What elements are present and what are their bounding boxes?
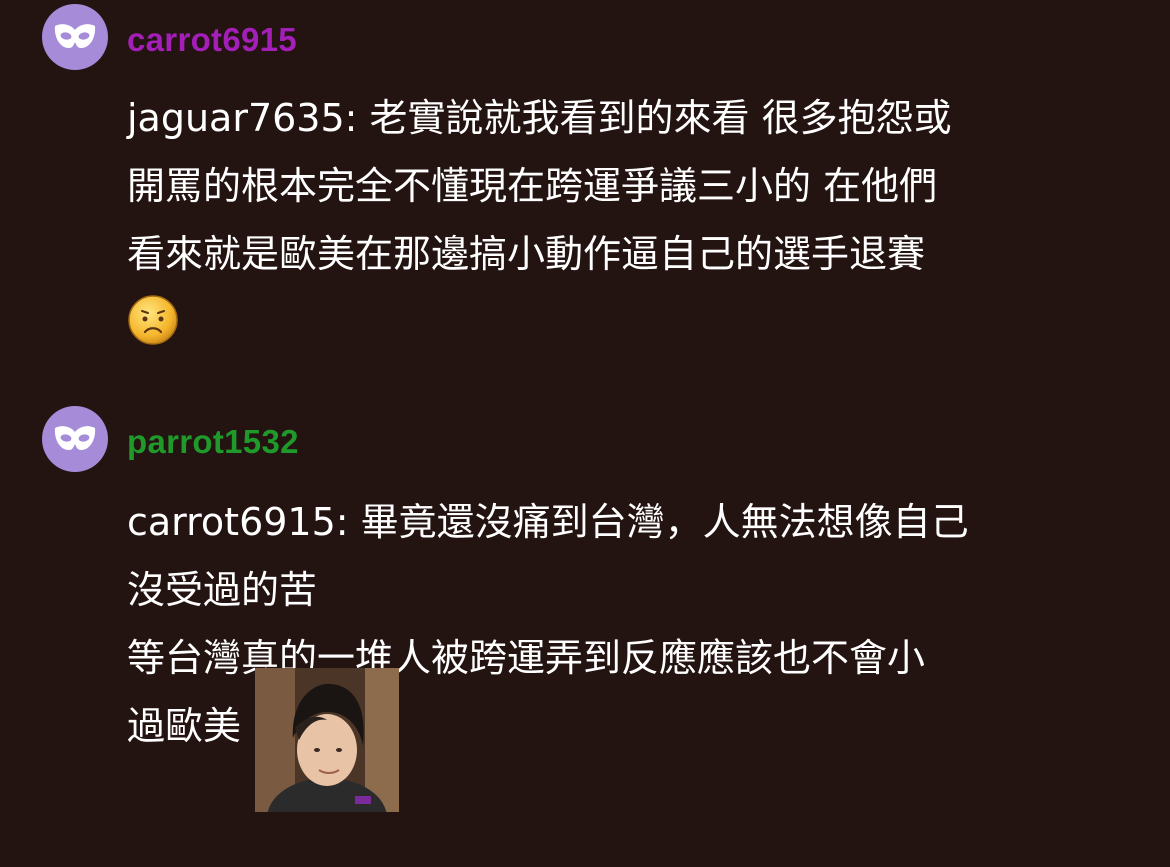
- comment-line: 開罵的根本完全不懂現在跨運爭議三小的 在他們: [127, 164, 938, 208]
- mask-icon: [53, 22, 97, 52]
- avatar[interactable]: [42, 406, 108, 472]
- username[interactable]: carrot6915: [127, 20, 297, 60]
- comment-line: 過歐美: [127, 668, 1127, 812]
- avatar[interactable]: [42, 4, 108, 70]
- comment-line: carrot6915: 畢竟還沒痛到台灣，人無法想像自己: [127, 500, 969, 544]
- comment-line-text: 過歐美: [127, 704, 242, 748]
- comment-body: carrot6915: 畢竟還沒痛到台灣，人無法想像自己 沒受過的苦 等台灣真的…: [127, 488, 1127, 812]
- comment-line: 看來就是歐美在那邊搞小動作逼自己的選手退賽: [127, 232, 926, 276]
- username[interactable]: parrot1532: [127, 422, 299, 462]
- mask-icon: [53, 424, 97, 454]
- comment-body: jaguar7635: 老實說就我看到的來看 很多抱怨或 開罵的根本完全不懂現在…: [127, 84, 1127, 356]
- comment-line: jaguar7635: 老實說就我看到的來看 很多抱怨或: [127, 96, 952, 140]
- comment-line: 沒受過的苦: [127, 568, 318, 612]
- reaction-photo[interactable]: [255, 668, 400, 812]
- worried-face-emoji: [127, 294, 179, 346]
